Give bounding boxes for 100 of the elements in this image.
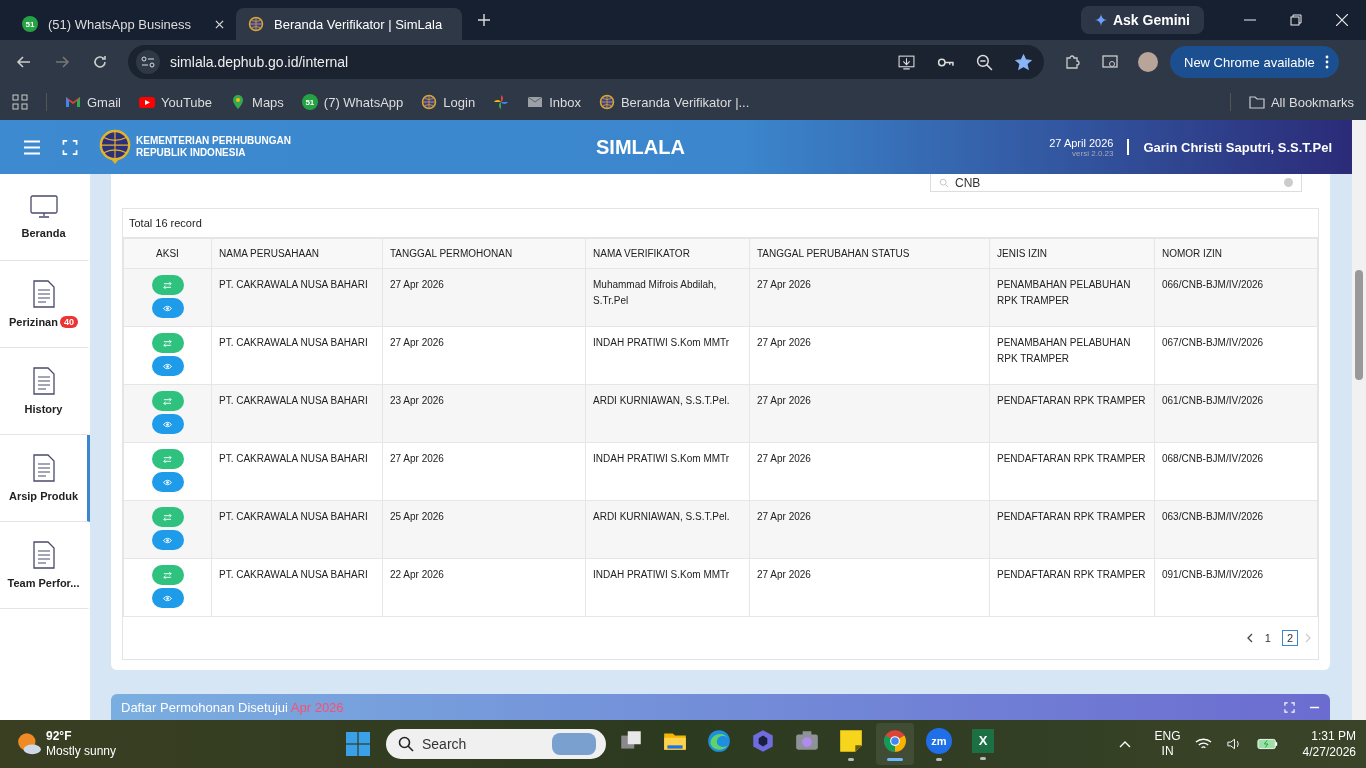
site-info-icon[interactable] [136, 50, 160, 74]
view-button[interactable] [151, 530, 184, 550]
more-options-icon[interactable] [1324, 55, 1329, 69]
table-cell: 27 Apr 2026 [382, 442, 586, 501]
view-button[interactable] [151, 356, 184, 376]
document-icon [32, 454, 55, 482]
column-header: NAMA PERUSAHAAN [211, 238, 383, 269]
sidebar-item[interactable]: Arsip Produk [0, 435, 90, 522]
address-bar[interactable]: simlala.dephub.go.id/internal [128, 45, 1044, 79]
sidebar-item[interactable]: Team Perfor... [0, 522, 90, 609]
ask-gemini-button[interactable]: Ask Gemini [1080, 6, 1204, 34]
page-button[interactable]: 2 [1281, 630, 1298, 646]
table-cell: 061/CNB-BJM/IV/2026 [1154, 384, 1318, 443]
table-cell: INDAH PRATIWI S.Kom MMTr [585, 326, 750, 385]
previous-page-icon[interactable] [1245, 633, 1254, 643]
envelope-icon [527, 94, 544, 110]
fullscreen-icon[interactable] [1284, 701, 1295, 713]
install-icon[interactable] [898, 53, 915, 71]
view-button[interactable] [151, 588, 184, 608]
sidebar-label: History [24, 403, 63, 415]
restore-icon[interactable] [1290, 14, 1302, 26]
bookmark[interactable]: Beranda Verifikator |... [598, 94, 750, 110]
sparkle-icon [1094, 14, 1107, 26]
column-header: NAMA VERIFIKATOR [585, 238, 750, 269]
bookmark[interactable]: Gmail [65, 94, 121, 110]
bookmark[interactable]: Login [421, 94, 476, 110]
bookmark[interactable]: Maps [230, 94, 284, 110]
edge-app-icon [706, 727, 732, 754]
eye-icon [163, 477, 172, 487]
table-cell: PENAMBAHAN PELABUHAN RPK TRAMPER [989, 268, 1155, 327]
sidebar-item[interactable]: Beranda [0, 174, 90, 261]
monitor-icon [29, 195, 58, 219]
weather-condition: Mostly sunny [46, 744, 117, 759]
page-button[interactable]: 1 [1259, 630, 1276, 646]
eye-icon [163, 303, 172, 313]
table-cell: 27 Apr 2026 [749, 268, 990, 327]
scrollbar[interactable] [1352, 120, 1366, 720]
zoom-app-icon: zm [926, 727, 952, 754]
region-label[interactable]: IN [1161, 744, 1174, 759]
close-icon[interactable] [1336, 14, 1348, 26]
swap-arrows-icon [163, 512, 172, 522]
table-cell: PENDAFTARAN RPK TRAMPER [989, 384, 1155, 443]
country-name: REPUBLIK INDONESIA [136, 147, 247, 159]
table-cell: ARDI KURNIAWAN, S.S.T.Pel. [585, 384, 750, 443]
table-cell: 22 Apr 2026 [382, 558, 586, 617]
pinwheel-icon[interactable] [493, 94, 510, 110]
sun-cloud-icon[interactable] [16, 731, 42, 757]
clock-date[interactable]: 4/27/2026 [1302, 744, 1356, 760]
windows-start-icon[interactable] [346, 732, 370, 756]
avatar[interactable] [1138, 52, 1158, 72]
table-cell: PT. CAKRAWALA NUSA BAHARI [211, 326, 383, 385]
view-button[interactable] [151, 414, 184, 434]
star-icon[interactable] [1015, 53, 1032, 71]
taskbar-button[interactable]: zm [920, 723, 958, 765]
update-button[interactable]: New Chrome available [1170, 46, 1339, 78]
taskbar-button[interactable]: X [964, 723, 1002, 765]
eye-icon [163, 419, 172, 429]
user-name[interactable]: Garin Christi Saputri, S.S.T.Pel [1143, 139, 1332, 155]
taskbar-button[interactable] [876, 723, 914, 765]
bookmark[interactable]: Inbox [527, 94, 581, 110]
wifi-icon[interactable] [1194, 737, 1212, 751]
record-search-field[interactable]: CNB [930, 174, 1302, 192]
swap-arrows-icon [163, 396, 172, 406]
bookmark[interactable]: YouTube [138, 94, 213, 110]
column-header: TANGGAL PERUBAHAN STATUS [749, 238, 990, 269]
panel-title: Daftar Permohonan Disetujui Apr 2026 [121, 699, 344, 715]
plus-icon[interactable] [478, 14, 490, 26]
tab-title: (51) WhatsApp Business [48, 16, 193, 32]
copilot-app-icon [750, 727, 776, 754]
swap-arrows-icon [163, 570, 172, 580]
battery-icon[interactable] [1256, 737, 1279, 751]
language-label[interactable]: ENG [1154, 729, 1181, 744]
table-cell: PT. CAKRAWALA NUSA BAHARI [211, 268, 383, 327]
browser-tab[interactable]: Beranda Verifikator | SimLala [236, 8, 462, 40]
chevron-up-icon[interactable] [1118, 740, 1131, 748]
sidebar-item[interactable]: Perizinan 40 [0, 261, 90, 348]
table-cell: PT. CAKRAWALA NUSA BAHARI [211, 442, 383, 501]
chat-badge-icon: 51 [301, 94, 318, 110]
all-bookmarks-button[interactable]: All Bookmarks [1248, 94, 1354, 110]
view-button[interactable] [151, 298, 184, 318]
close-icon[interactable] [215, 19, 224, 29]
browser-tab[interactable]: 51 (51) WhatsApp Business [10, 8, 236, 40]
clock-time[interactable]: 1:31 PM [1311, 728, 1356, 744]
document-icon [32, 541, 55, 569]
sidebar-label: Perizinan [9, 316, 58, 328]
table-cell: INDAH PRATIWI S.Kom MMTr [585, 558, 750, 617]
bookmark[interactable]: 51 (7) WhatsApp [301, 94, 404, 110]
apps-grid-icon[interactable] [12, 94, 28, 110]
fullscreen-icon[interactable] [62, 139, 78, 155]
menu-icon[interactable] [24, 139, 40, 155]
table-cell: PENDAFTARAN RPK TRAMPER [989, 442, 1155, 501]
table-cell: PT. CAKRAWALA NUSA BAHARI [211, 384, 383, 443]
eye-icon [163, 593, 172, 603]
swap-arrows-icon [163, 280, 172, 290]
view-button[interactable] [151, 472, 184, 492]
version-label: versi 2.0.23 [1072, 148, 1114, 158]
zoom-out-icon[interactable] [976, 53, 993, 71]
sidebar-item[interactable]: History [0, 348, 90, 435]
sidebar-label: Beranda [21, 227, 66, 239]
swap-arrows-icon [163, 454, 172, 464]
